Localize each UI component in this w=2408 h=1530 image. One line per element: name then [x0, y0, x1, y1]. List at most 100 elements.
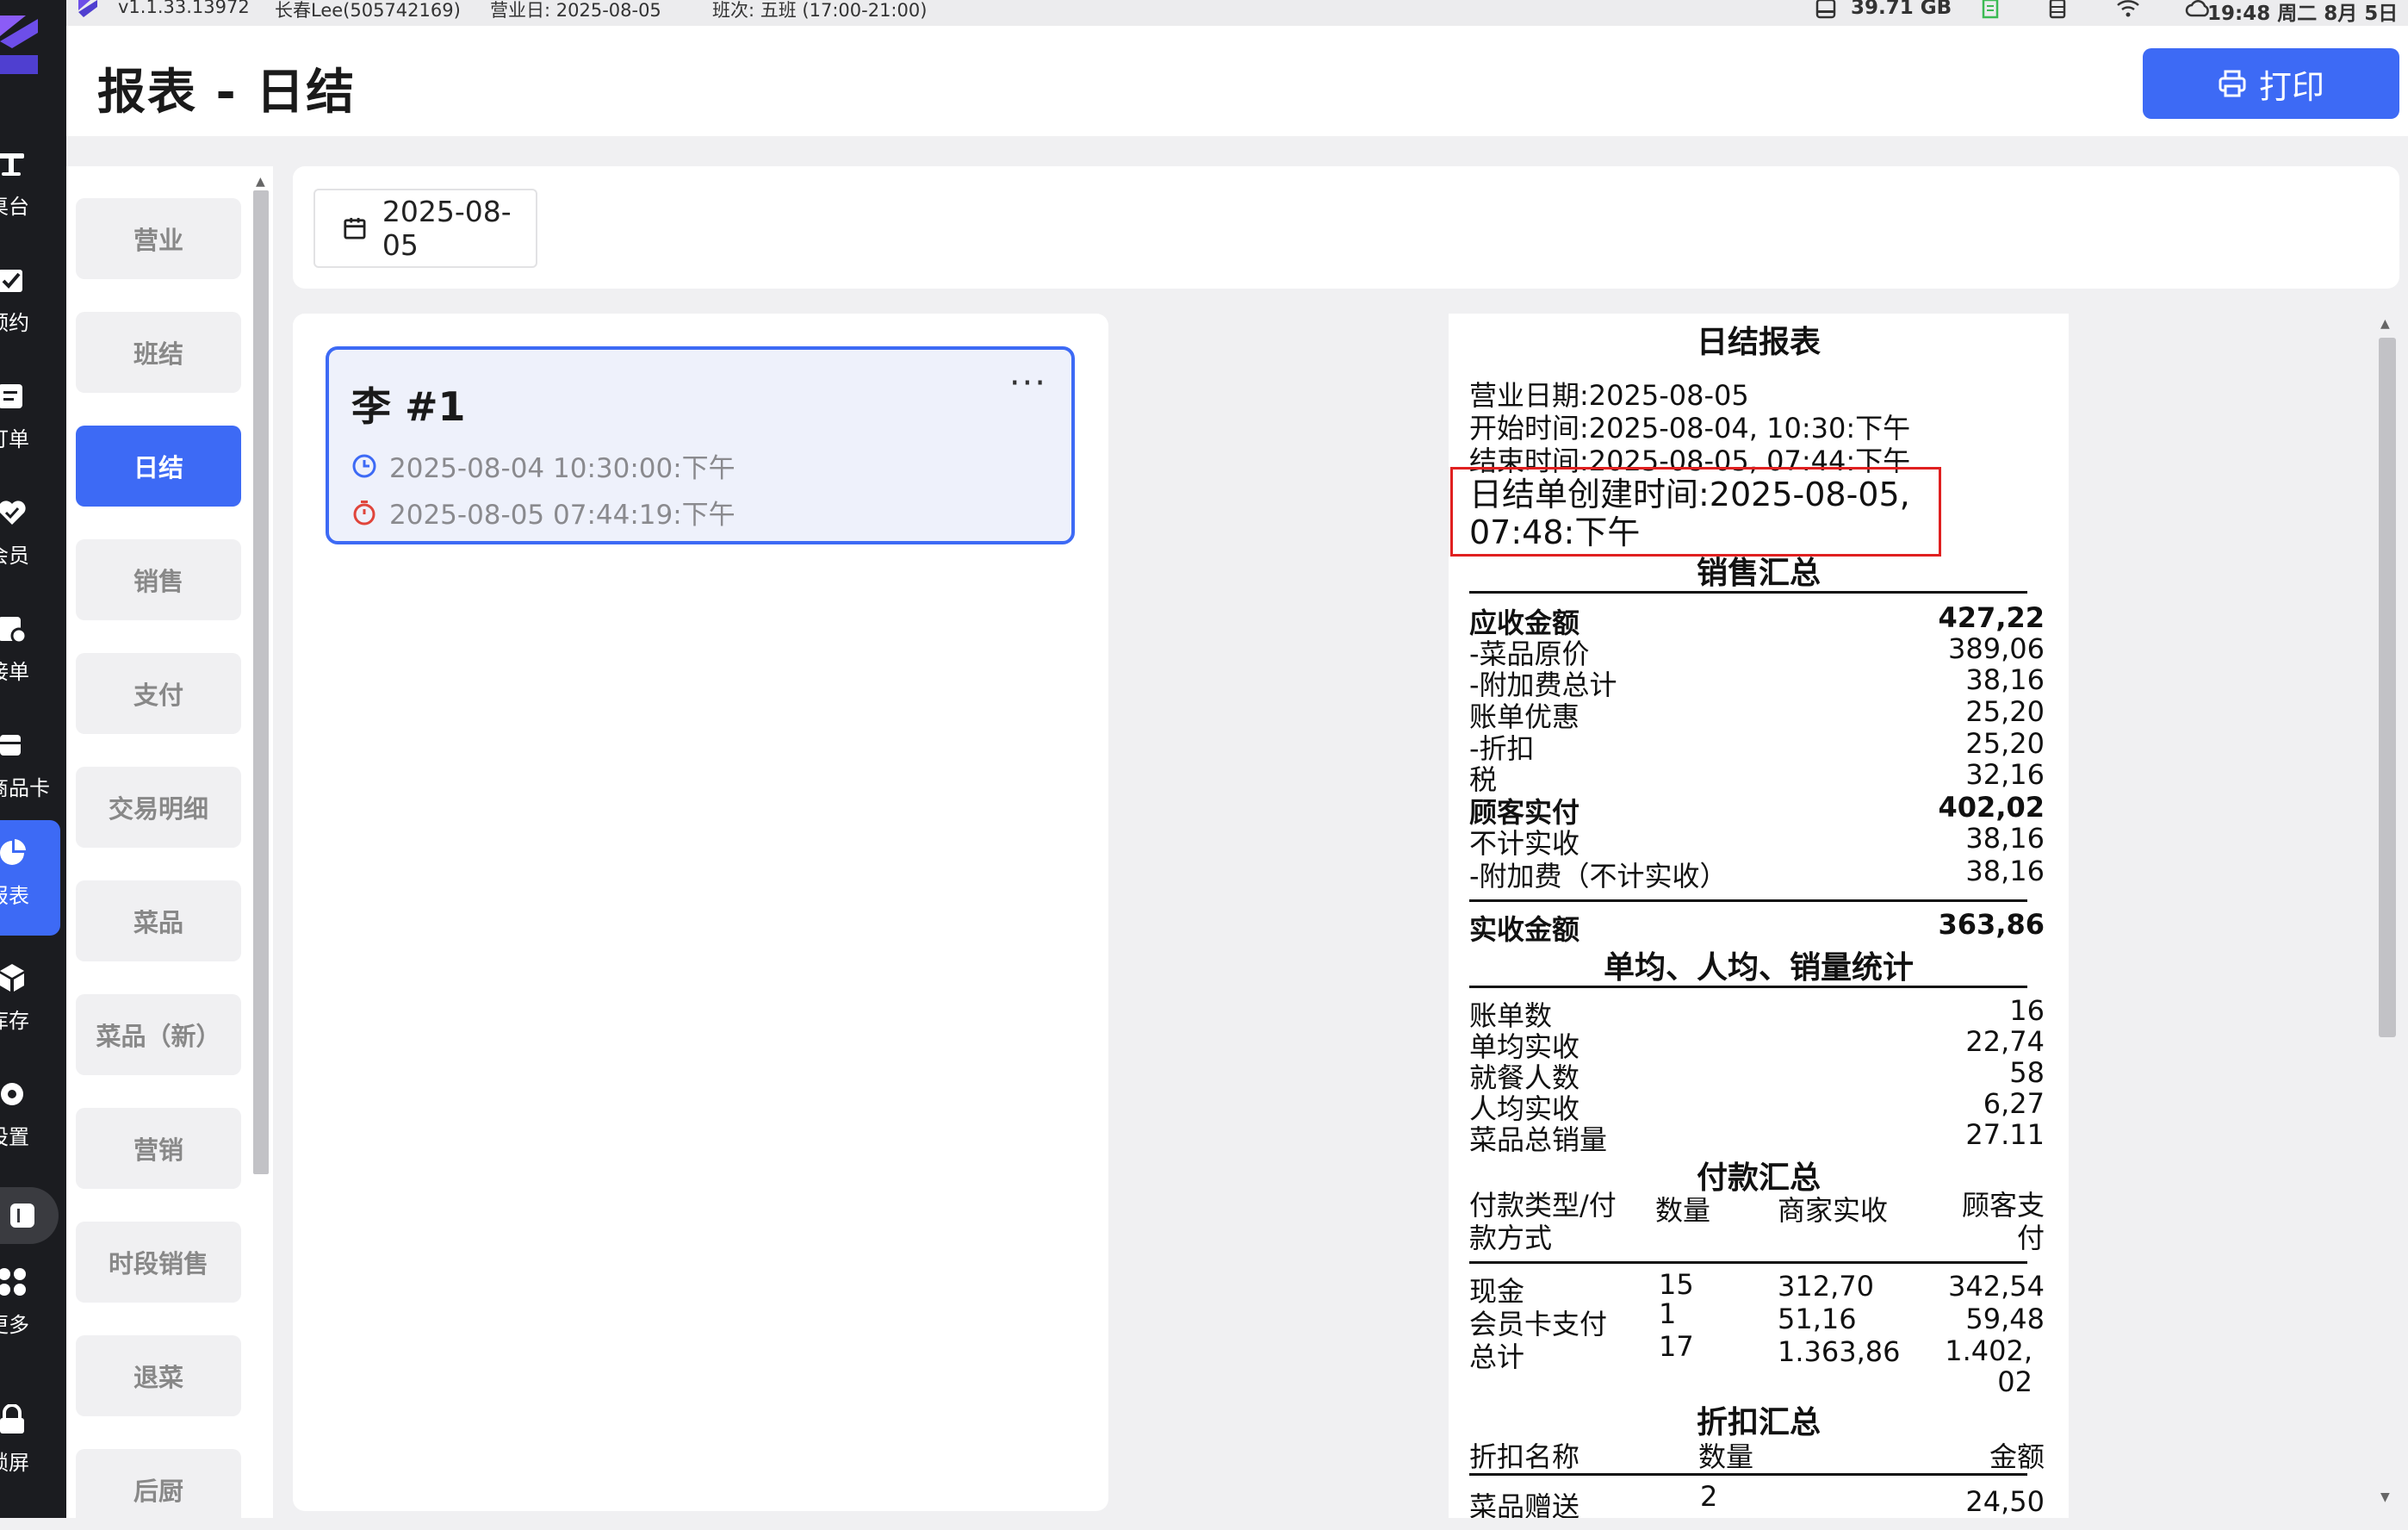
rail-label: 订单 [0, 427, 29, 451]
payment-cell: 312,70 [1778, 1270, 1874, 1303]
rail-label: 预约 [0, 311, 29, 335]
print-button-label: 打印 [2258, 67, 2324, 106]
nav-item-transactions[interactable]: 交易明细 [76, 767, 241, 848]
created-time-line-1: 日结单创建时间:2025-08-05, [1469, 476, 1910, 513]
rail-label: 库存 [0, 1009, 29, 1033]
rail-label: 设置 [0, 1125, 29, 1149]
settlement-list: 李 #1 ··· 2025-08-04 10:30:00:下午 2025-08-… [293, 314, 1108, 1511]
payment-cell: 总计 [1469, 1340, 1525, 1373]
storage-text: 39.71 GB [1851, 0, 1952, 19]
date-filter-bar: 2025-08-05 [293, 166, 2399, 289]
rail-item-lock-screen[interactable]: 锁屏 [0, 1387, 60, 1490]
payment-cell: 1.402,02 [1945, 1334, 2033, 1398]
rail-item-receive-orders[interactable]: 接单 [0, 596, 60, 700]
receipt-preview: 日结报表 营业日期:2025-08-05 开始时间:2025-08-04, 10… [1449, 314, 2069, 1518]
rail-item-reservations[interactable]: 预约 [0, 247, 60, 351]
rail-item-product-cards[interactable]: 商品卡 [0, 712, 60, 816]
payment-cell: 51,16 [1778, 1303, 1857, 1335]
nav-item-marketing[interactable]: 营销 [76, 1108, 241, 1189]
database-icon[interactable] [2047, 0, 2068, 19]
settlement-card[interactable]: 李 #1 ··· 2025-08-04 10:30:00:下午 2025-08-… [326, 346, 1075, 544]
nav-scrollbar-thumb[interactable] [253, 190, 269, 1174]
receive-order-icon [0, 617, 28, 644]
page-header: 报表 - 日结 打印 [66, 26, 2408, 136]
discount-header: 金额 [1989, 1440, 2045, 1473]
discount-header: 折扣名称 [1469, 1440, 1580, 1473]
rail-item-tables[interactable]: 桌台 [0, 131, 60, 234]
shift-text: 班次: 五班 (17:00-21:00) [712, 0, 928, 21]
scroll-down-arrow-icon[interactable]: ▼ [2380, 1490, 2390, 1504]
nav-item-returned-dishes[interactable]: 退菜 [76, 1335, 241, 1416]
card-title: 李 #1 [351, 383, 466, 430]
created-time-line-2: 07:48:下午 [1469, 513, 1641, 551]
sidebar-toggle-icon [10, 1203, 34, 1228]
receipt-title: 日结报表 [1696, 325, 1821, 360]
card-start-row: 2025-08-04 10:30:00:下午 [351, 446, 735, 485]
table-icon [0, 153, 24, 176]
rail-item-settings[interactable]: 设置 [0, 1061, 60, 1165]
page-title: 报表 - 日结 [97, 65, 357, 121]
rail-collapse-toggle[interactable] [0, 1187, 59, 1244]
heart-icon [0, 501, 26, 525]
green-app-icon[interactable] [1980, 0, 2001, 19]
payment-header-count: 数量 [1655, 1194, 1711, 1227]
nav-item-time-period-sales[interactable]: 时段销售 [76, 1222, 241, 1303]
discount-cell: 2 [1700, 1480, 1718, 1513]
rail-item-more[interactable]: 更多 [0, 1249, 60, 1353]
card-end-time: 2025-08-05 07:44:19:下午 [389, 500, 735, 531]
more-options-icon[interactable]: ··· [1009, 364, 1047, 403]
scroll-up-arrow-icon[interactable]: ▲ [256, 175, 265, 189]
sales-row: -附加费（不计实收） 38,16 [1469, 855, 2045, 892]
rail-item-inventory[interactable]: 库存 [0, 945, 60, 1048]
discount-cell: 菜品赠送 [1469, 1490, 1580, 1518]
nav-item-payment[interactable]: 支付 [76, 653, 241, 734]
rail-label: 会员 [0, 544, 29, 568]
product-card-icon [0, 735, 21, 756]
clock-text: 19:48 周二 8月 5日 [2207, 3, 2399, 25]
nav-item-dishes-new[interactable]: 菜品（新） [76, 994, 241, 1075]
nav-item-dishes[interactable]: 菜品 [76, 880, 241, 961]
box-icon [0, 964, 24, 992]
stats-title: 单均、人均、销量统计 [1603, 950, 1914, 986]
storage-icon [1815, 0, 1836, 19]
status-bar: v1.1.33.13972 长春Lee(505742169) 营业日: 2025… [66, 0, 2408, 26]
order-icon [0, 384, 22, 408]
rail-label: 锁屏 [0, 1451, 29, 1475]
rail-label: 报表 [0, 884, 29, 908]
discount-cell: 24,50 [1965, 1485, 2045, 1518]
payment-header-merchant: 商家实收 [1778, 1194, 1889, 1227]
scroll-up-arrow-icon[interactable]: ▲ [2380, 317, 2390, 331]
wifi-icon[interactable] [2116, 0, 2140, 19]
print-button[interactable]: 打印 [2143, 48, 2399, 119]
pie-chart-icon [0, 839, 26, 865]
nav-item-sales[interactable]: 销售 [76, 539, 241, 620]
app-small-logo-icon [78, 0, 97, 17]
user-text: 长春Lee(505742169) [275, 0, 461, 21]
rail-label: 商品卡 [0, 776, 50, 800]
clock-start-icon [352, 454, 376, 477]
nav-scrollbar[interactable]: ▲ [252, 175, 270, 1509]
main-scrollbar[interactable]: ▲ ▼ [2374, 314, 2399, 1518]
sales-summary-title: 销售汇总 [1696, 556, 1821, 591]
payment-cell: 1.363,86 [1778, 1335, 1901, 1368]
rail-label: 桌台 [0, 195, 29, 219]
date-picker[interactable]: 2025-08-05 [313, 189, 537, 268]
app-rail: 桌台 预约 订单 会员 接单 商品卡 报表 库存 设置 更多 锁屏 [0, 0, 66, 1518]
stopwatch-icon [353, 500, 375, 525]
rail-item-members[interactable]: 会员 [0, 480, 60, 583]
rail-item-orders[interactable]: 订单 [0, 364, 60, 467]
gear-icon [1, 1083, 23, 1105]
discount-header: 数量 [1698, 1440, 1754, 1473]
payment-cell: 342,54 [1948, 1270, 2045, 1303]
card-start-time: 2025-08-04 10:30:00:下午 [389, 453, 735, 484]
nav-item-shift-settlement[interactable]: 班结 [76, 312, 241, 393]
nav-item-daily-settlement[interactable]: 日结 [76, 426, 241, 507]
rail-item-reports[interactable]: 报表 [0, 820, 60, 936]
main-scrollbar-thumb[interactable] [2379, 338, 2396, 1037]
printer-icon [2219, 70, 2246, 97]
business-day-text: 营业日: 2025-08-05 [490, 0, 661, 21]
apps-icon [0, 1268, 26, 1296]
nav-item-business[interactable]: 营业 [76, 198, 241, 279]
rail-label: 接单 [0, 660, 29, 684]
lock-icon [0, 1404, 24, 1434]
